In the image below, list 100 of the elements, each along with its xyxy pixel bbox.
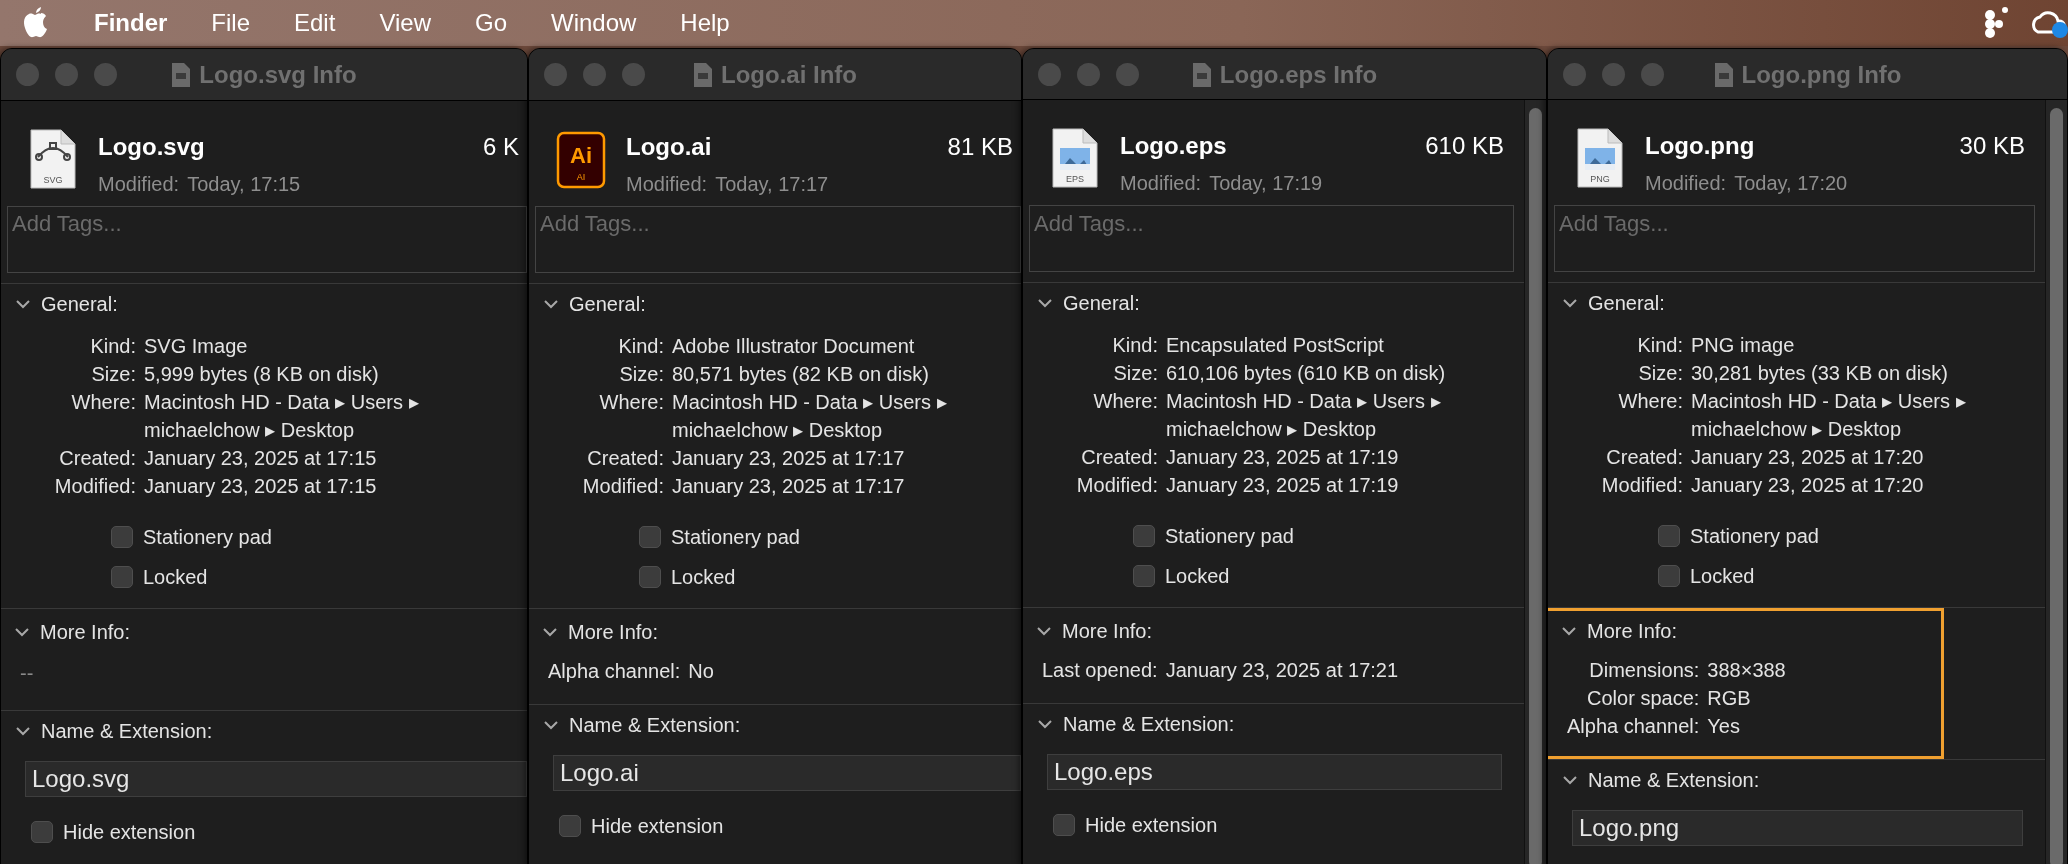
checkbox-label: Stationery pad: [1165, 524, 1294, 549]
checkbox[interactable]: [639, 565, 661, 588]
section-heading: General:: [569, 291, 646, 317]
close-button[interactable]: [1563, 62, 1586, 86]
info-label: Created:: [1080, 445, 1158, 470]
info-value: Macintosh HD - Data ▸ Users ▸ michaelchow ▸ Desktop: [1691, 389, 1967, 442]
checkbox[interactable]: [1658, 525, 1680, 547]
document-icon: EPS: [1050, 128, 1100, 188]
checkbox[interactable]: [111, 565, 133, 588]
zoom-button[interactable]: [1641, 62, 1664, 86]
minimize-button[interactable]: [1077, 62, 1100, 86]
info-label: Kind:: [1636, 333, 1683, 358]
info-value: 30,281 bytes (33 KB on disk): [1691, 361, 1949, 386]
info-label: Where:: [1617, 389, 1683, 414]
info-label: Size:: [618, 361, 664, 387]
document-icon: [1191, 62, 1212, 88]
modified-label: Modified:: [1120, 171, 1202, 196]
checkbox[interactable]: [1133, 565, 1155, 587]
menu-item[interactable]: View: [357, 0, 453, 46]
app-menu[interactable]: Finder: [72, 0, 190, 46]
tags-field[interactable]: Add Tags...: [1554, 205, 2035, 272]
file-name: Logo.svg: [98, 131, 205, 162]
info-value: January 23, 2025 at 17:20: [1691, 473, 1925, 498]
info-label: Kind:: [89, 333, 136, 359]
info-value: Macintosh HD - Data ▸ Users ▸ michaelchow ▸ Desktop: [144, 389, 420, 443]
info-value: RGB: [1707, 686, 1752, 711]
section-heading: General:: [1588, 291, 1665, 316]
info-value: SVG Image: [144, 333, 249, 359]
file-name: Logo.eps: [1120, 131, 1227, 161]
document-icon: SVG: [28, 128, 78, 189]
name-field[interactable]: Logo.ai: [553, 754, 1021, 791]
checkbox[interactable]: [559, 814, 581, 837]
menu-item[interactable]: Edit: [272, 0, 358, 46]
checkbox[interactable]: [639, 525, 661, 548]
close-button[interactable]: [16, 62, 39, 86]
modified-label: Modified:: [1645, 171, 1727, 196]
file-size: 610 KB: [1425, 131, 1504, 161]
info-label: Modified:: [53, 473, 136, 499]
menu-item[interactable]: Window: [529, 0, 659, 46]
section-heading: More Info:: [1587, 619, 1678, 644]
file-size: 6 K: [482, 131, 519, 162]
tags-field[interactable]: Add Tags...: [535, 205, 1021, 273]
menu-item[interactable]: Go: [452, 0, 529, 46]
info-label: Last opened:: [1042, 658, 1158, 683]
checkbox-label: Locked: [671, 564, 736, 590]
minimize-button[interactable]: [55, 62, 78, 86]
window-title: Logo.eps Info: [1219, 60, 1378, 90]
info-value: January 23, 2025 at 17:15: [144, 445, 378, 471]
info-value: Yes: [1707, 714, 1741, 739]
scrollbar[interactable]: [2050, 108, 2063, 864]
section-heading: Name & Extension:: [569, 712, 741, 738]
scrollbar[interactable]: [1529, 108, 1542, 864]
info-value: Adobe Illustrator Document: [672, 333, 916, 359]
close-button[interactable]: [1038, 62, 1061, 86]
window-title: Logo.svg Info: [199, 60, 357, 90]
zoom-button[interactable]: [622, 62, 645, 86]
checkbox[interactable]: [1053, 814, 1075, 836]
tags-field[interactable]: Add Tags...: [1029, 205, 1514, 272]
info-value: 5,999 bytes (8 KB on disk): [144, 361, 380, 387]
checkbox[interactable]: [1133, 525, 1155, 547]
checkbox[interactable]: [31, 820, 53, 843]
checkbox-label: Locked: [1690, 564, 1755, 589]
zoom-button[interactable]: [1116, 62, 1139, 86]
checkbox-label: Hide extension: [1085, 813, 1218, 838]
info-value: Macintosh HD - Data ▸ Users ▸ michaelchow ▸ Desktop: [1166, 389, 1442, 442]
modified-label: Modified:: [626, 171, 708, 197]
modified-date: Today, 17:20: [1734, 171, 1848, 196]
info-value: 388×388: [1707, 658, 1786, 683]
info-value: --: [19, 660, 35, 686]
info-value: January 23, 2025 at 17:19: [1166, 445, 1400, 470]
info-label: Created:: [1605, 445, 1683, 470]
info-label: Alpha channel:: [1567, 714, 1700, 739]
modified-date: Today, 17:19: [1209, 171, 1323, 196]
minimize-button[interactable]: [1602, 62, 1625, 86]
tags-field[interactable]: Add Tags...: [7, 205, 527, 273]
info-label: Size:: [1637, 361, 1683, 386]
minimize-button[interactable]: [583, 62, 606, 86]
close-button[interactable]: [544, 62, 567, 86]
info-label: Kind:: [617, 333, 664, 359]
checkbox-label: Locked: [143, 564, 208, 590]
info-label: Created:: [586, 445, 664, 471]
info-label: Size:: [1112, 361, 1158, 386]
modified-date: Today, 17:15: [187, 171, 301, 197]
info-label: Size:: [90, 361, 136, 387]
info-value: 80,571 bytes (82 KB on disk): [672, 361, 930, 387]
menu-item[interactable]: File: [189, 0, 272, 46]
info-value: Macintosh HD - Data ▸ Users ▸ michaelchow ▸ Desktop: [672, 389, 948, 443]
zoom-button[interactable]: [94, 62, 117, 86]
checkbox[interactable]: [1658, 565, 1680, 587]
info-value: 610,106 bytes (610 KB on disk): [1166, 361, 1447, 386]
file-size: 81 KB: [947, 131, 1013, 162]
name-field[interactable]: Logo.eps: [1047, 754, 1502, 790]
window-title: Logo.png Info: [1741, 60, 1902, 90]
menu-item[interactable]: Help: [658, 0, 752, 46]
info-value: January 23, 2025 at 17:21: [1165, 658, 1399, 683]
section-heading: More Info:: [568, 619, 659, 645]
checkbox[interactable]: [111, 525, 133, 548]
name-field[interactable]: Logo.svg: [25, 760, 527, 797]
name-field[interactable]: Logo.png: [1572, 810, 2023, 846]
document-icon: [1713, 62, 1734, 88]
